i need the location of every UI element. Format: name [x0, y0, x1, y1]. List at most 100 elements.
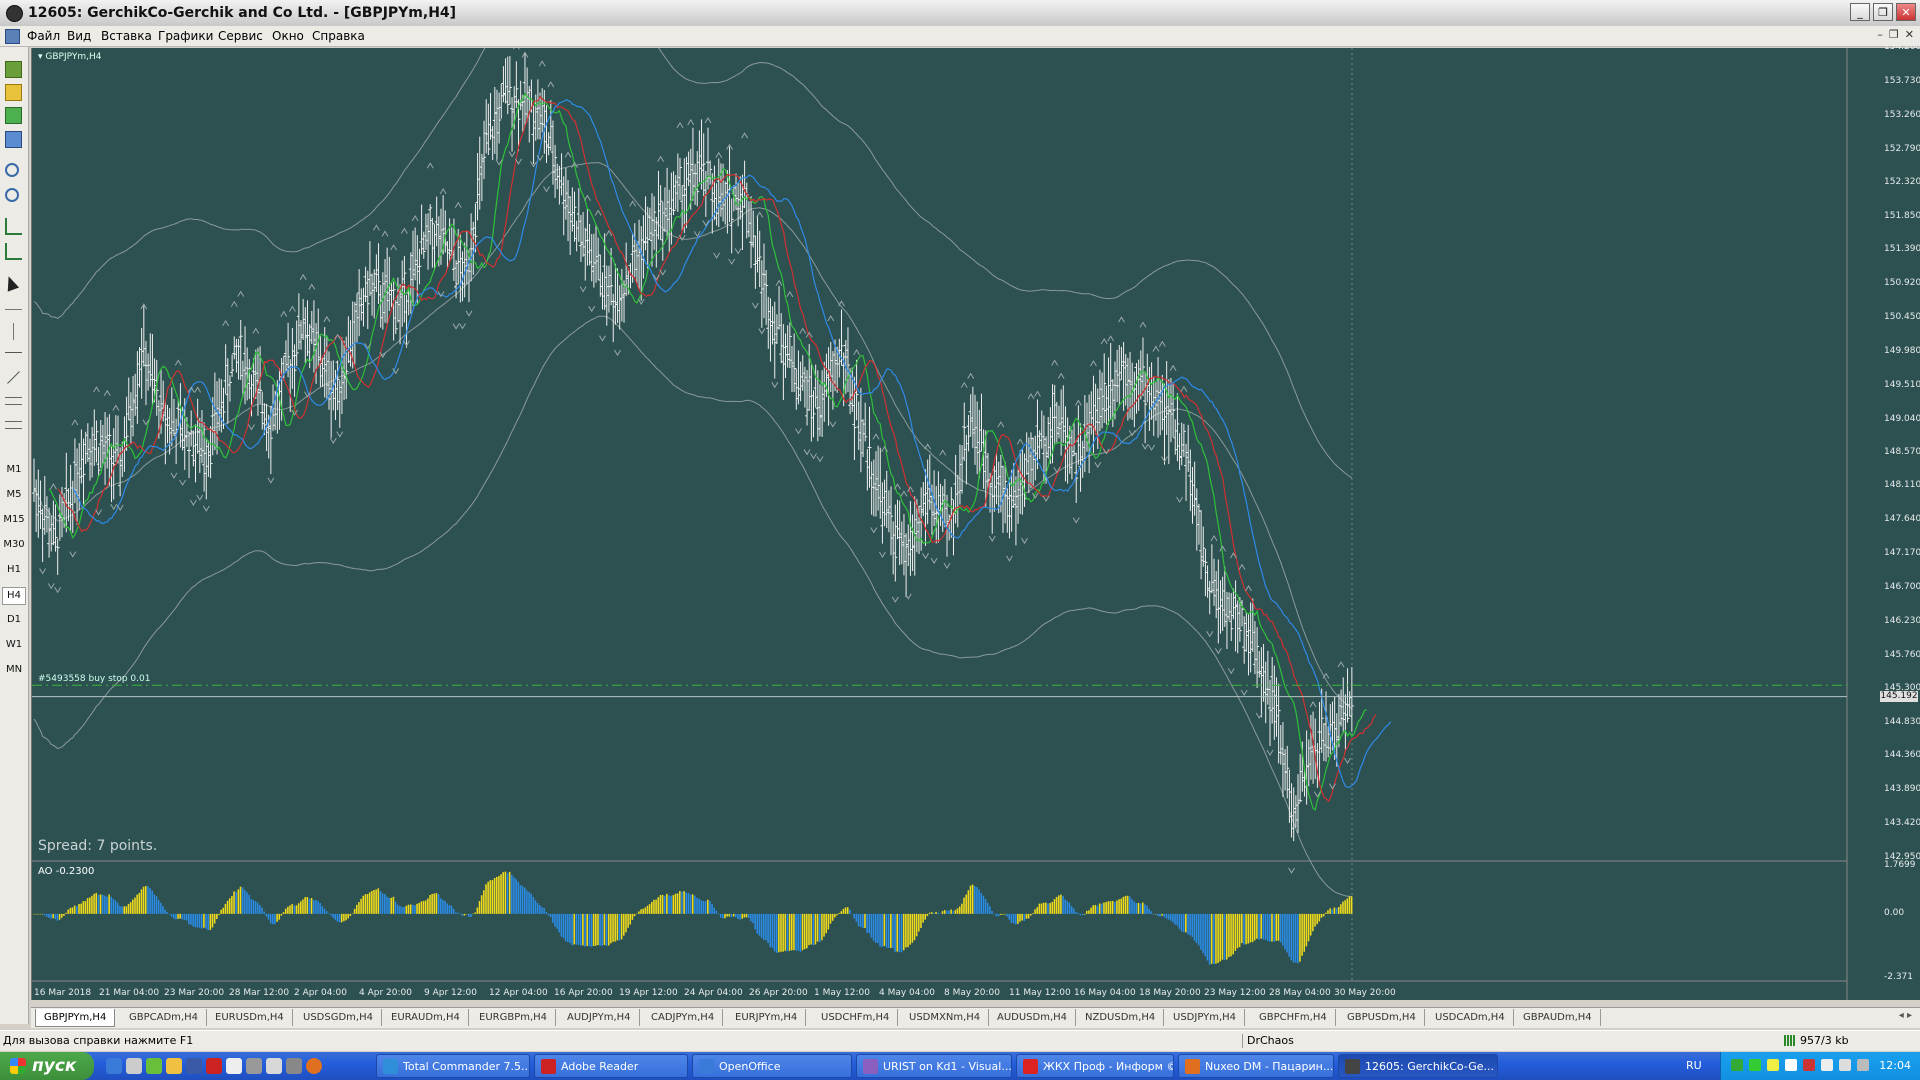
menu-help[interactable]: Справка — [312, 29, 365, 43]
symbol-tab[interactable]: GBPCHFm,H4 — [1251, 1009, 1336, 1026]
tray-icon-7[interactable] — [1839, 1059, 1851, 1071]
channel-icon[interactable] — [5, 397, 22, 405]
maximize-button[interactable]: ❐ — [1873, 3, 1893, 21]
notepad-icon[interactable] — [226, 1058, 242, 1074]
timeframe-m30[interactable]: M30 — [0, 539, 28, 550]
tray-icon-4[interactable] — [1785, 1059, 1797, 1071]
autoscroll-icon[interactable] — [5, 218, 22, 235]
mdi-close-button[interactable]: ✕ — [1905, 28, 1914, 41]
ie-icon[interactable] — [106, 1058, 122, 1074]
profiles-icon[interactable] — [5, 84, 22, 101]
tray-icon-5[interactable] — [1803, 1059, 1815, 1071]
taskbar-window-button[interactable]: 12605: GerchikCo-Ge... — [1338, 1054, 1498, 1078]
calculator-icon[interactable] — [246, 1058, 262, 1074]
price-chart[interactable]: ▾ GBPJPYm,H4 #5493558 buy stop 0.01 Spre… — [31, 42, 1920, 1000]
mdi-minimize-button[interactable]: – — [1877, 28, 1883, 41]
taskbar-window-button[interactable]: OpenOffice — [692, 1054, 852, 1078]
ao-bar — [483, 890, 485, 914]
folder-icon[interactable] — [166, 1058, 182, 1074]
menu-insert[interactable]: Вставка — [101, 29, 152, 43]
new-chart-icon[interactable] — [5, 61, 22, 78]
ao-bar — [930, 912, 933, 914]
menu-tools[interactable]: Сервис — [218, 29, 263, 43]
timeframe-m5[interactable]: M5 — [0, 489, 28, 500]
ao-bar — [1021, 913, 1023, 921]
timeframe-h1[interactable]: H1 — [0, 564, 28, 575]
firefox-icon[interactable] — [306, 1058, 322, 1074]
timeframe-w1[interactable]: W1 — [0, 639, 28, 650]
symbol-tab[interactable]: GBPCADm,H4 — [121, 1009, 207, 1026]
menu-window[interactable]: Окно — [272, 29, 304, 43]
ao-bar — [185, 913, 188, 921]
taskbar-window-button[interactable]: Nuxeo DM - Пацарин... — [1178, 1054, 1334, 1078]
menu-view[interactable]: Вид — [67, 29, 91, 43]
timeframe-d1[interactable]: D1 — [0, 614, 28, 625]
taskbar-window-button[interactable]: URIST on Kd1 - Visual... — [856, 1054, 1012, 1078]
quicklaunch-app2-icon[interactable] — [146, 1058, 162, 1074]
horizontal-line-icon[interactable] — [5, 352, 22, 353]
symbol-tab[interactable]: USDCHFm,H4 — [813, 1009, 899, 1026]
save-icon[interactable] — [186, 1058, 202, 1074]
pdf-icon[interactable] — [206, 1058, 222, 1074]
taskbar-window-button[interactable]: Total Commander 7.5... — [376, 1054, 530, 1078]
taskbar-window-button[interactable]: Adobe Reader — [534, 1054, 688, 1078]
language-indicator[interactable]: RU — [1686, 1059, 1702, 1072]
ao-bar — [265, 913, 268, 917]
start-button[interactable]: пуск — [0, 1052, 94, 1080]
symbol-tab[interactable]: GBPJPYm,H4 — [35, 1009, 116, 1027]
timeframe-h4[interactable]: H4 — [2, 587, 26, 605]
document-icon[interactable] — [5, 29, 20, 44]
symbol-tab[interactable]: NZDUSDm,H4 — [1077, 1009, 1165, 1026]
chart-shift-icon[interactable] — [5, 243, 22, 260]
symbol-tab[interactable]: AUDUSDm,H4 — [989, 1009, 1077, 1026]
tray-icon-2[interactable] — [1749, 1059, 1761, 1071]
quicklaunch-app-icon[interactable] — [126, 1058, 142, 1074]
ao-bar — [1141, 902, 1144, 914]
symbol-tab[interactable]: USDSGDm,H4 — [295, 1009, 382, 1026]
network-icon[interactable] — [286, 1058, 302, 1074]
taskbar-window-button[interactable]: ЖКХ Проф - Информ © — [1016, 1054, 1174, 1078]
vertical-line-icon[interactable] — [13, 323, 14, 340]
cursor-icon[interactable] — [2, 274, 20, 292]
mdi-restore-button[interactable]: ❐ — [1889, 28, 1899, 41]
symbol-tab[interactable]: USDJPYm,H4 — [1165, 1009, 1246, 1026]
tray-icon-3[interactable] — [1767, 1059, 1779, 1071]
symbol-tab[interactable]: USDMXNm,H4 — [901, 1009, 990, 1026]
timeframe-m1[interactable]: M1 — [0, 464, 28, 475]
zoom-in-icon[interactable] — [5, 163, 19, 177]
symbol-tab[interactable]: GBPAUDm,H4 — [1515, 1009, 1601, 1026]
symbol-tab[interactable]: CADJPYm,H4 — [643, 1009, 724, 1026]
tray-icon-8[interactable] — [1857, 1059, 1869, 1071]
symbol-tab[interactable]: AUDJPYm,H4 — [559, 1009, 640, 1026]
ao-bar — [1344, 900, 1346, 914]
terminal-icon[interactable] — [266, 1058, 282, 1074]
menu-charts[interactable]: Графики — [158, 29, 213, 43]
trendline-icon[interactable] — [7, 371, 20, 384]
fibonacci-icon[interactable] — [5, 421, 22, 429]
tray-icon-1[interactable] — [1731, 1059, 1743, 1071]
symbol-tab[interactable]: EURUSDm,H4 — [207, 1009, 293, 1026]
order-label[interactable]: #5493558 buy stop 0.01 — [38, 674, 150, 684]
ao-bar — [771, 913, 774, 948]
close-button[interactable]: ✕ — [1896, 3, 1916, 21]
menu-file[interactable]: Файл — [27, 29, 60, 43]
symbol-tab[interactable]: EURJPYm,H4 — [727, 1009, 807, 1026]
symbol-tab[interactable]: GBPUSDm,H4 — [1339, 1009, 1425, 1026]
navigator-icon[interactable] — [5, 131, 22, 148]
ao-bar — [1217, 913, 1219, 963]
symbol-tab[interactable]: EURGBPm,H4 — [471, 1009, 557, 1026]
volume-icon[interactable] — [1821, 1059, 1833, 1071]
ao-bar — [498, 875, 500, 914]
timeframe-m15[interactable]: M15 — [0, 514, 28, 525]
chart-canvas[interactable] — [32, 48, 1920, 1000]
symbol-tab[interactable]: USDCADm,H4 — [1427, 1009, 1514, 1026]
minimize-button[interactable]: _ — [1850, 3, 1870, 21]
ao-bar — [948, 910, 950, 914]
ao-bar — [1275, 913, 1278, 941]
symbol-tab[interactable]: EURAUDm,H4 — [383, 1009, 469, 1026]
crosshair-icon[interactable] — [5, 309, 22, 310]
indicators-icon[interactable] — [5, 107, 22, 124]
timeframe-mn[interactable]: MN — [0, 664, 28, 675]
zoom-out-icon[interactable] — [5, 188, 19, 202]
tab-scroll-arrows[interactable]: ◂ ▸ — [1899, 1010, 1912, 1021]
